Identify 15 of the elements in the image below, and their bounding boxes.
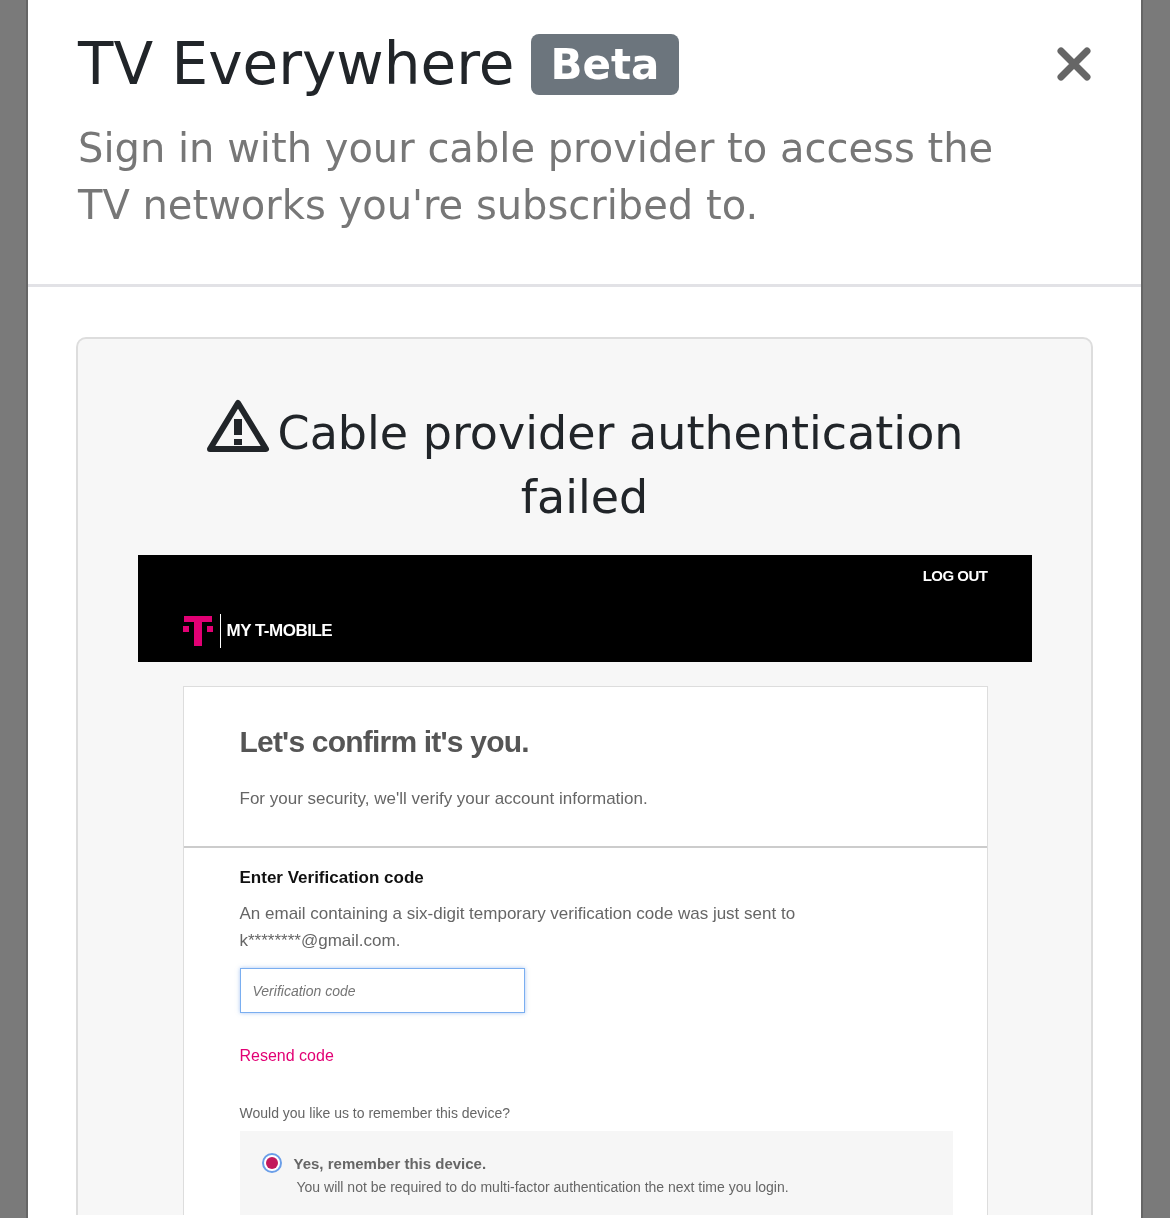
resend-code-link[interactable]: Resend code [239, 1047, 334, 1065]
confirm-heading: Let's confirm it's you. [239, 725, 530, 759]
verification-code-field[interactable]: Verification code [239, 968, 525, 1013]
security-text: For your security, we'll verify your account information. [239, 788, 649, 810]
modal-subtitle: Sign in with your cable provider to access the TV networks you're subscribed to. [78, 124, 995, 230]
option-description: You will not be required to do multi-factor authentication the next time you login. [295, 1179, 790, 1195]
verification-heading: Enter Verification code [239, 868, 425, 888]
logout-link[interactable]: LOG OUT [922, 567, 988, 584]
beta-badge: Beta [530, 33, 680, 95]
error-heading: Cable provider authentication failed [138, 399, 1031, 529]
option-label: Yes, remember this device. [293, 1154, 487, 1172]
modal-title: TV Everywhere [78, 30, 515, 98]
brand-name: MY T-MOBILE [219, 614, 333, 648]
verification-text: An email containing a six-digit temporary verification code was just sent to k********@gmail.com. [239, 903, 797, 952]
remember-question: Would you like us to remember this device? [239, 1105, 512, 1121]
